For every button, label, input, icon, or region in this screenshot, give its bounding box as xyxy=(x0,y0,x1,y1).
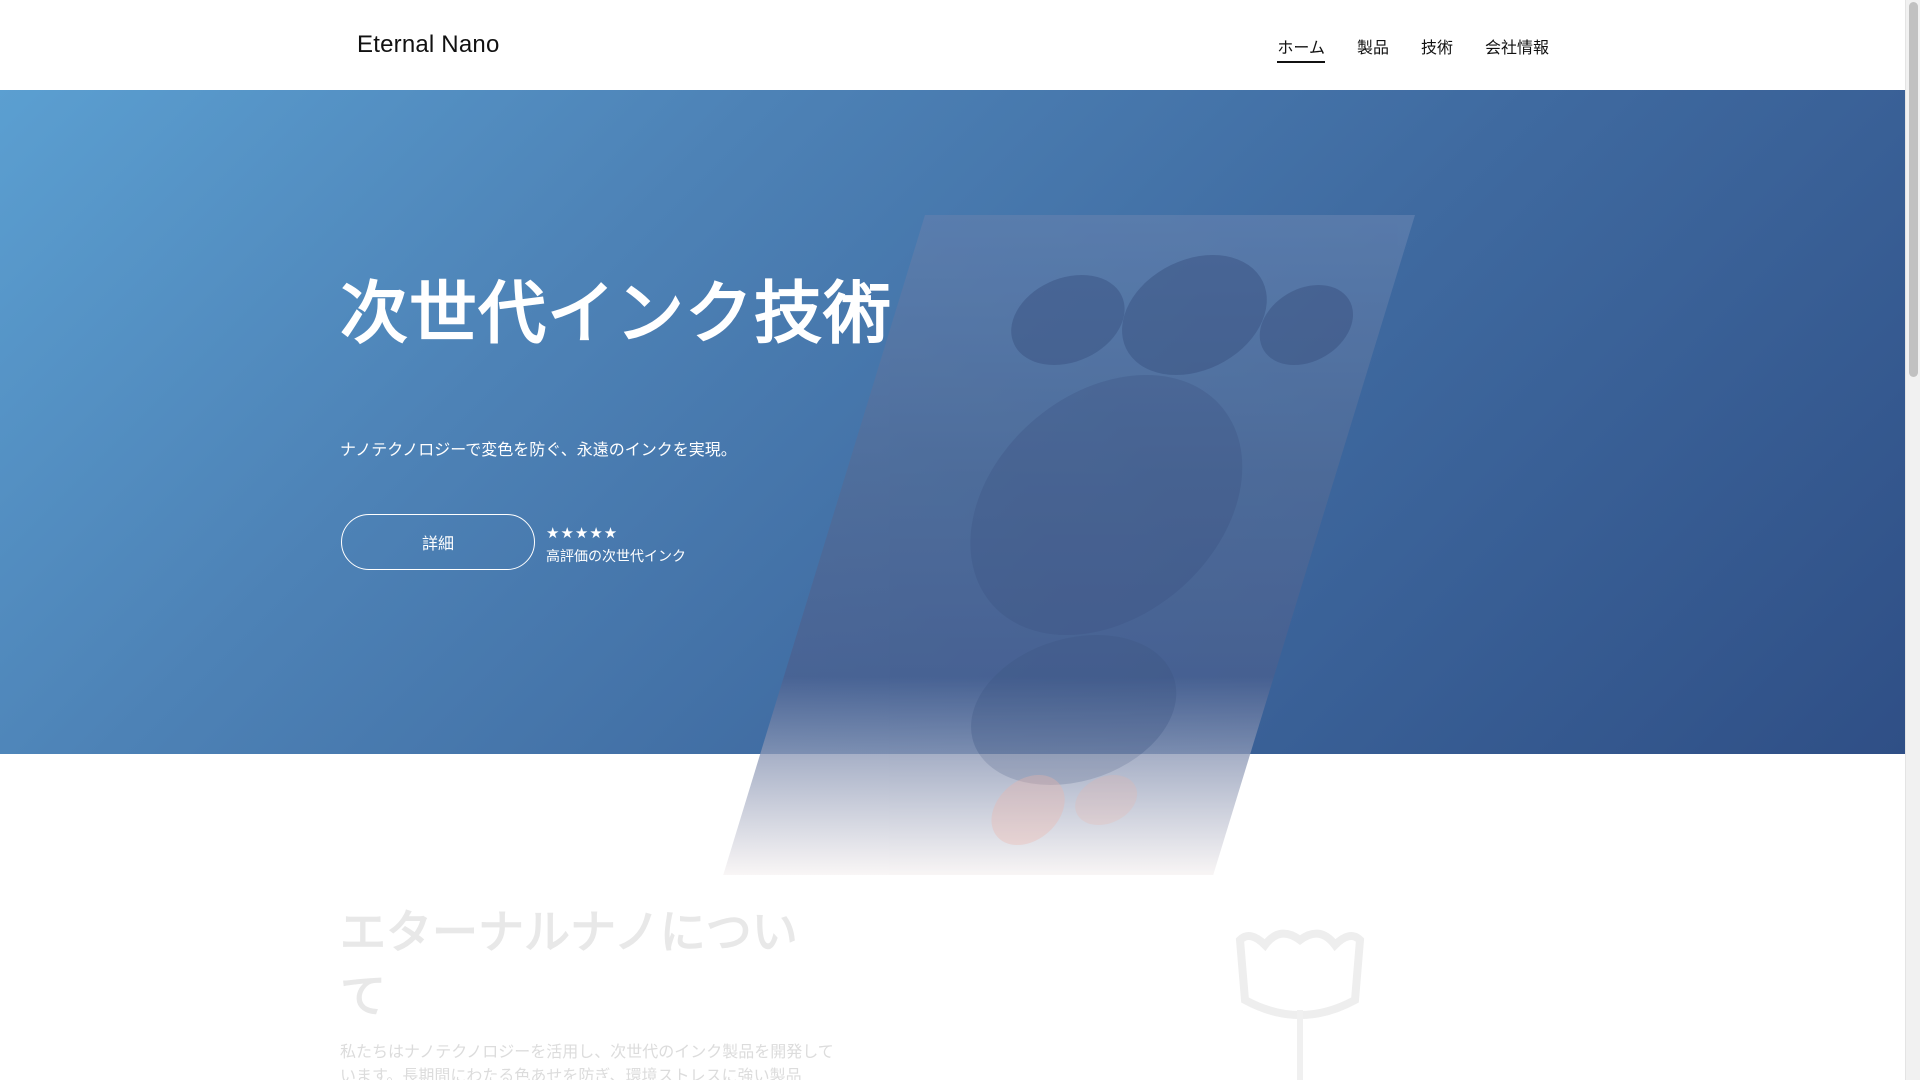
star-rating-icon: ★★★★★ xyxy=(546,524,619,542)
nav-item-technology[interactable]: 技術 xyxy=(1421,34,1453,63)
nav-item-products[interactable]: 製品 xyxy=(1357,34,1389,63)
hero-subtitle: ナノテクノロジーで変色を防ぐ、永遠のインクを実現。 xyxy=(340,440,737,459)
about-body: 私たちはナノテクノロジーを活用し、次世代のインク製品を開発しています。長期間にわ… xyxy=(340,1042,834,1080)
nav-item-company[interactable]: 会社情報 xyxy=(1485,34,1549,63)
scrollbar-thumb[interactable] xyxy=(1909,2,1918,377)
nav-item-home[interactable]: ホーム xyxy=(1277,34,1325,63)
rating-label: 高評価の次世代インク xyxy=(546,549,686,565)
page-scrollbar[interactable] xyxy=(1905,0,1920,1080)
rating: ★★★★★ 高評価の次世代インク xyxy=(546,524,686,566)
site-logo[interactable]: Eternal Nano xyxy=(357,31,500,59)
faded-illustration-icon xyxy=(1235,929,1365,1080)
about-section: エターナルナノについて 私たちはナノテクノロジーを活用し、次世代のインク製品を開… xyxy=(340,900,840,1080)
details-button[interactable]: 詳細 xyxy=(341,514,535,570)
about-title: エターナルナノについて xyxy=(340,905,798,1023)
hero-title: 次世代インク技術 xyxy=(340,275,893,354)
page: Eternal Nano ホーム 製品 技術 会社情報 次世代インク技術 ナノテ… xyxy=(0,0,1905,1080)
site-header: Eternal Nano ホーム 製品 技術 会社情報 xyxy=(0,0,1905,90)
main-nav: ホーム 製品 技術 会社情報 xyxy=(1277,34,1549,63)
